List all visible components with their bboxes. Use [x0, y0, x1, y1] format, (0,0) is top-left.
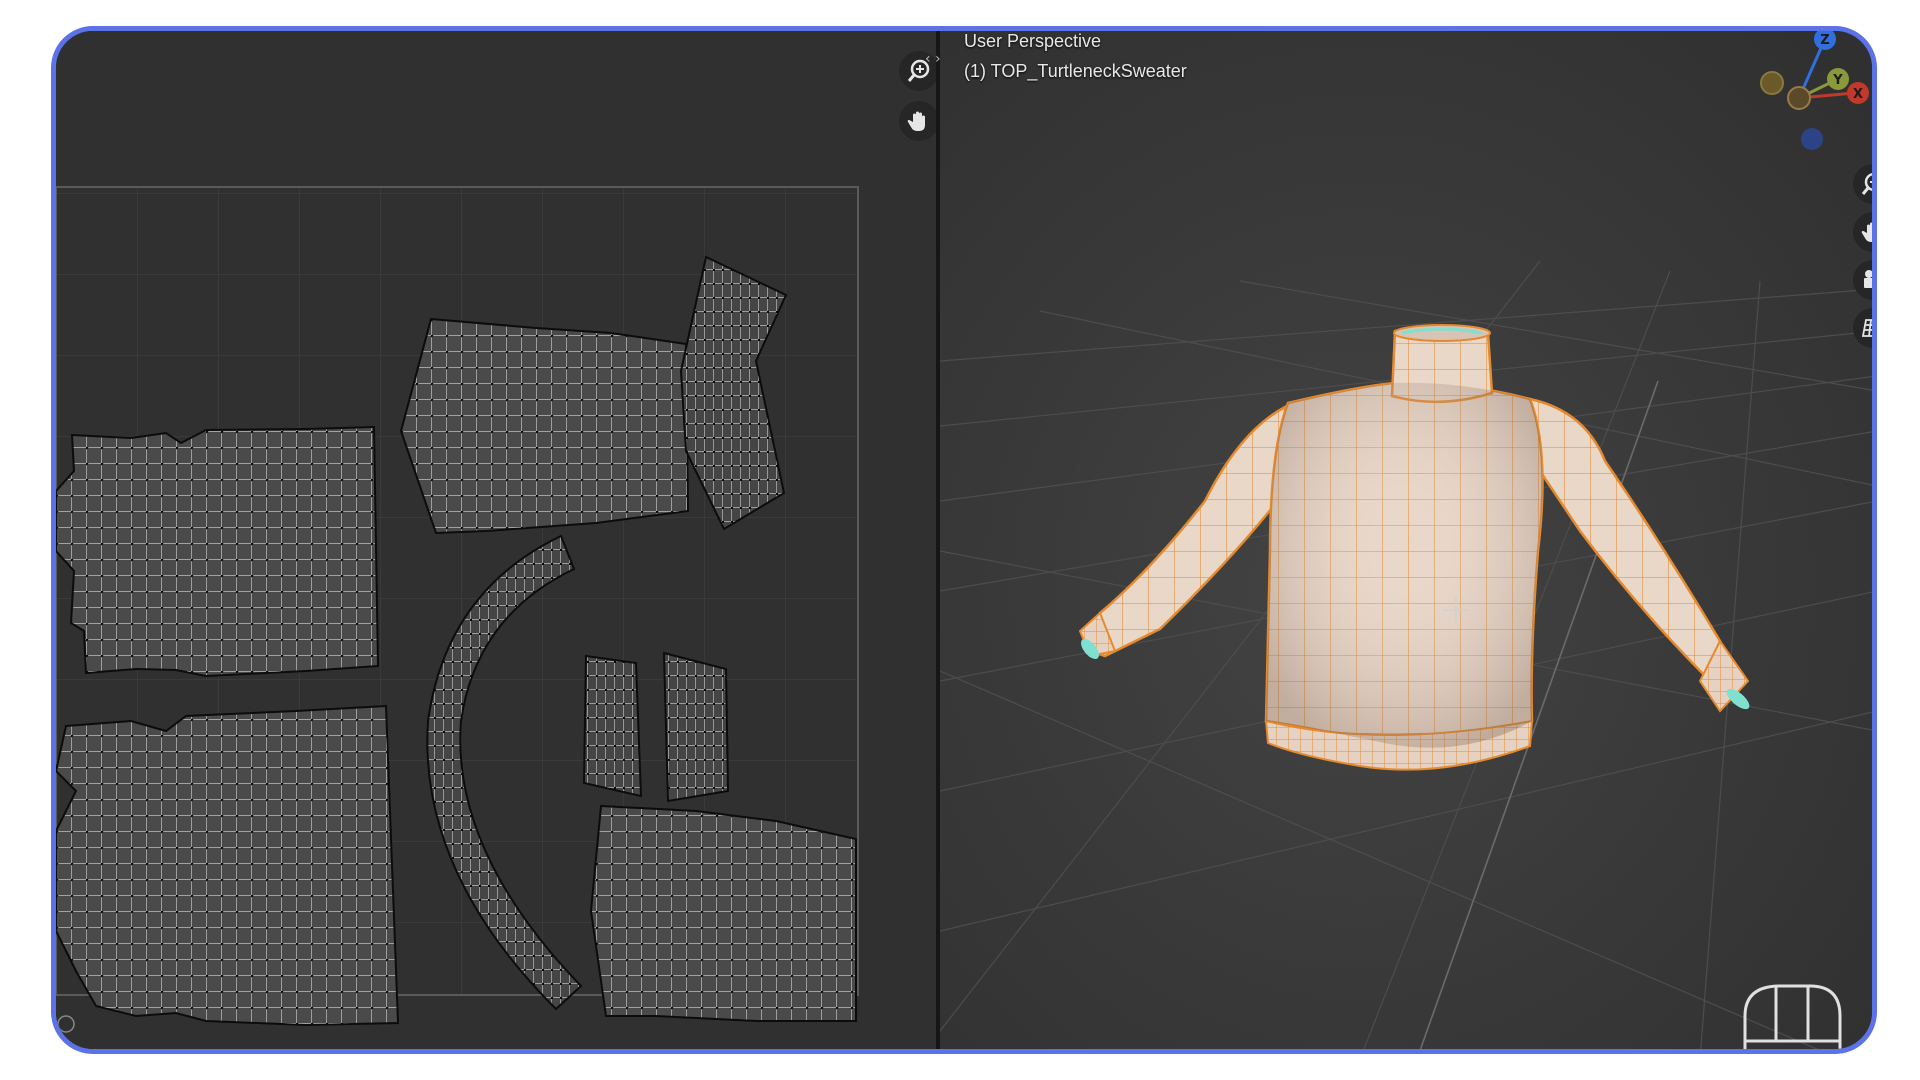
uv-canvas[interactable] [56, 31, 936, 1054]
gizmo-neg-z[interactable] [1801, 128, 1823, 150]
uv-island-sleeve-upper [399, 317, 690, 535]
uv-island-cuff-lower-left [582, 654, 643, 798]
turtleneck-sweater-model[interactable] [1078, 324, 1753, 771]
uv-island-front-lower [56, 704, 400, 1027]
uv-island-back-upper [56, 425, 380, 678]
hand-pan-icon[interactable] [899, 101, 939, 141]
gizmo-neg-x[interactable] [1787, 86, 1811, 110]
gizmo-x-label: X [1853, 87, 1863, 102]
uv-editor-panel[interactable] [56, 31, 939, 1049]
camera-view-widget[interactable] [1743, 984, 1842, 1054]
navigation-gizmo[interactable]: Z Y X [1760, 31, 1869, 150]
split-arrows-icon[interactable]: ‹ › [925, 51, 941, 67]
active-object-label: (1) TOP_TurtleneckSweater [964, 61, 1187, 81]
view-name-label: User Perspective [964, 31, 1102, 51]
uv-island-sleeve-lower [589, 804, 857, 1022]
gizmo-neg-y[interactable] [1760, 71, 1784, 95]
gizmo-z-label: Z [1820, 33, 1829, 48]
viewport-canvas[interactable]: Z Y X [940, 31, 1877, 1054]
gizmo-y-label: Y [1832, 73, 1843, 88]
uv-island-cuff-lower-right [662, 651, 730, 803]
3d-viewport[interactable]: Z Y X User Perspective (1) TOP_Turtlenec… [940, 31, 1872, 1049]
screenshot-frame: ‹ › Z Y X User Perspective (1) TOP_Turtl… [51, 26, 1877, 1054]
